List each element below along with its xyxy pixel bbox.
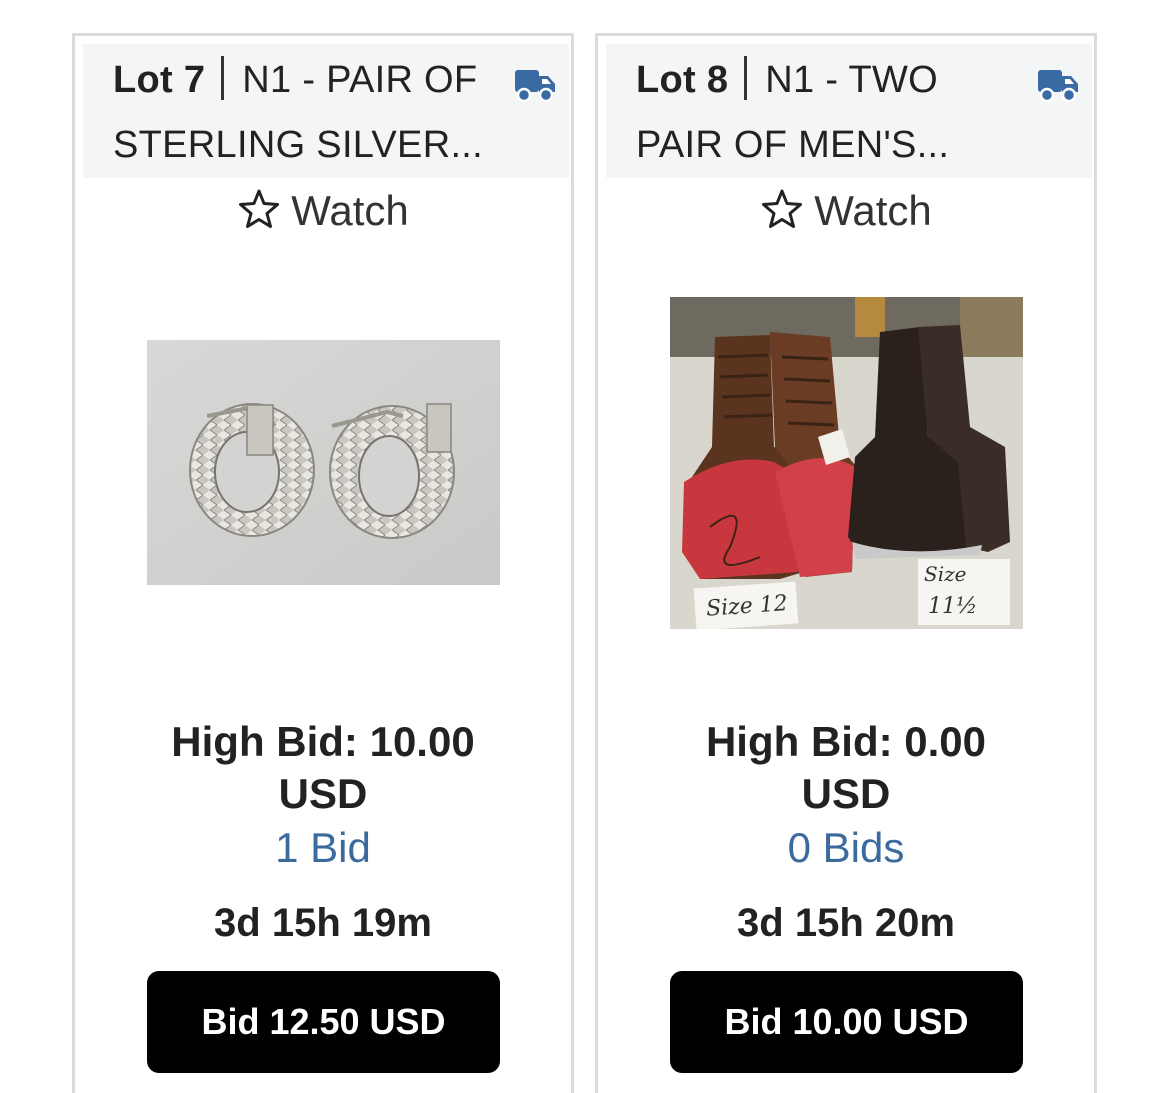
- watch-label: Watch: [291, 187, 409, 234]
- lot-title-text: N1 - PAIR OF: [242, 59, 478, 101]
- lot-title-text: N1 - TWO: [765, 59, 938, 101]
- watch-label: Watch: [814, 187, 932, 234]
- shipping-truck-icon: [1038, 70, 1078, 103]
- lot-header[interactable]: Lot 7 N1 - PAIR OF STERLING SILVER...: [83, 44, 569, 178]
- lot-card[interactable]: Lot 8 N1 - TWO PAIR OF MEN'S... Watch Si…: [595, 33, 1097, 1093]
- star-outline-icon: [762, 189, 803, 228]
- divider: [744, 56, 748, 100]
- lot-title-line-1[interactable]: Lot 7 N1 - PAIR OF: [113, 56, 477, 102]
- shipping-truck-icon: [515, 70, 555, 103]
- bid-button[interactable]: Bid 12.50 USD: [147, 971, 500, 1073]
- high-bid-currency: USD: [801, 770, 891, 817]
- time-left: 3d 15h 19m: [214, 901, 432, 945]
- high-bid-amount: High Bid: 10.00: [171, 718, 475, 765]
- photo-label-size-11-half: 11½: [928, 594, 977, 619]
- lot-title-line-2[interactable]: PAIR OF MEN'S...: [636, 124, 949, 167]
- high-bid: High Bid: 10.00 USD: [75, 716, 571, 820]
- watch-button[interactable]: Watch: [75, 183, 571, 239]
- earrings-photo[interactable]: [147, 340, 500, 585]
- bid-count-link[interactable]: 1 Bid: [75, 822, 571, 874]
- divider: [221, 56, 225, 100]
- boots-photo[interactable]: Size 12 Size 11½: [670, 297, 1023, 629]
- high-bid-amount: High Bid: 0.00: [705, 718, 987, 765]
- bid-button[interactable]: Bid 10.00 USD: [670, 971, 1023, 1073]
- lot-title-line-2[interactable]: STERLING SILVER...: [113, 124, 483, 167]
- time-left: 3d 15h 20m: [737, 901, 955, 945]
- lot-card[interactable]: Lot 7 N1 - PAIR OF STERLING SILVER... Wat…: [72, 33, 574, 1093]
- watch-button[interactable]: Watch: [598, 183, 1094, 239]
- bid-count-link[interactable]: 0 Bids: [598, 822, 1094, 874]
- high-bid: High Bid: 0.00 USD: [598, 716, 1094, 820]
- high-bid-currency: USD: [278, 770, 368, 817]
- lot-number: Lot 7: [113, 59, 206, 101]
- lot-number: Lot 8: [636, 59, 729, 101]
- lot-title-line-1[interactable]: Lot 8 N1 - TWO: [636, 56, 938, 102]
- star-outline-icon: [239, 189, 280, 228]
- lot-header[interactable]: Lot 8 N1 - TWO PAIR OF MEN'S...: [606, 44, 1092, 178]
- photo-label-size: Size: [924, 562, 966, 586]
